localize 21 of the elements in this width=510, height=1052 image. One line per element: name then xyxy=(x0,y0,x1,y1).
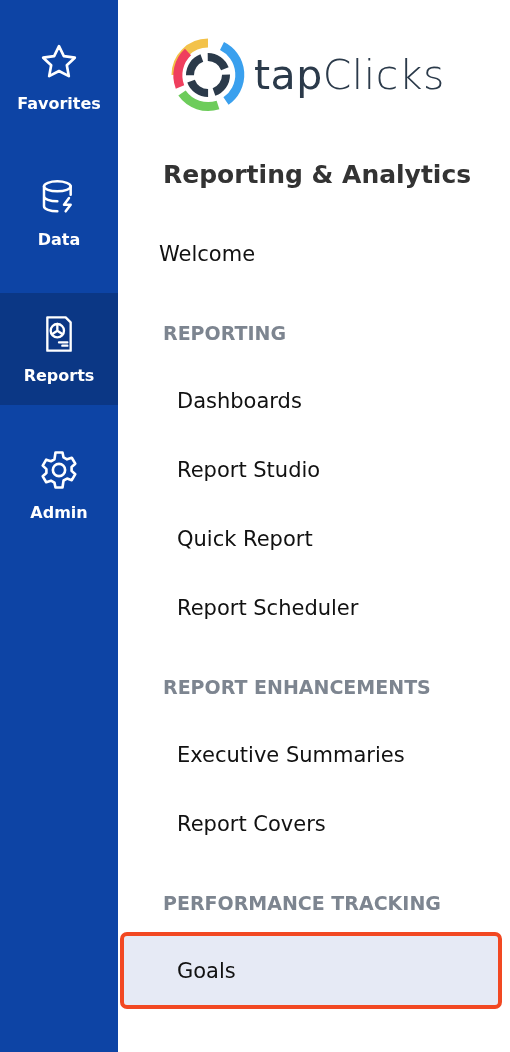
menu-item[interactable]: Welcome xyxy=(124,219,498,288)
menu-item[interactable]: Executive Summaries xyxy=(124,720,498,789)
menu-item[interactable]: Report Covers xyxy=(124,789,498,858)
nav-item[interactable]: Favorites xyxy=(0,21,118,133)
nav-item[interactable]: Data xyxy=(0,157,118,269)
menu-section-heading: REPORTING xyxy=(163,322,286,344)
menu-section-heading: REPORT ENHANCEMENTS xyxy=(163,676,431,698)
menu-item[interactable]: Dashboards xyxy=(124,366,498,435)
menu-section-heading: PERFORMANCE TRACKING xyxy=(163,892,441,914)
menu-item[interactable]: Report Scheduler xyxy=(124,573,498,642)
logo-text: tapClicks xyxy=(254,51,445,99)
nav-label: Favorites xyxy=(17,93,101,113)
nav-item[interactable]: Reports xyxy=(0,293,118,405)
menu-item[interactable]: Report Studio xyxy=(124,435,498,504)
settings-icon xyxy=(38,448,80,491)
nav-label: Data xyxy=(37,229,81,249)
section-title: Reporting & Analytics xyxy=(163,160,473,189)
nav-label: Admin xyxy=(30,502,88,522)
nav-item[interactable]: Admin xyxy=(0,429,118,541)
menu-item[interactable]: Quick Report xyxy=(124,504,498,573)
nav-label: Reports xyxy=(23,365,95,385)
